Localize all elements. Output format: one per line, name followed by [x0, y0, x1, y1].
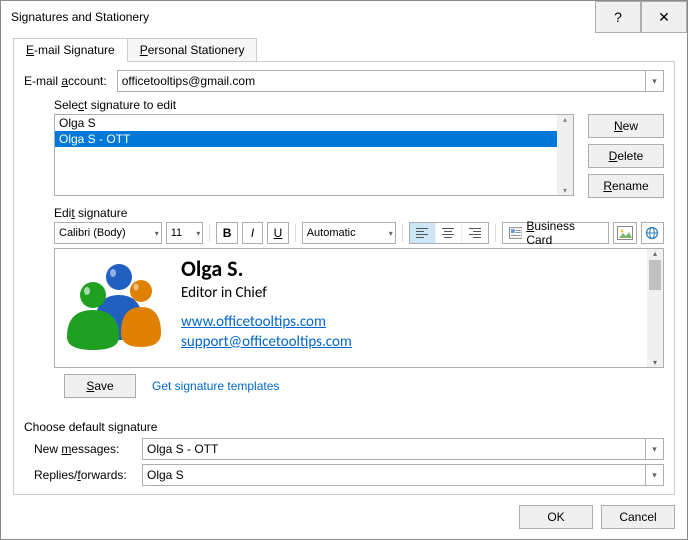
separator: [295, 224, 296, 242]
signature-email-link[interactable]: support@officetooltips.com: [181, 333, 352, 351]
email-account-value: officetooltips@gmail.com: [122, 74, 255, 88]
cancel-button[interactable]: Cancel: [601, 505, 675, 529]
signatures-dialog: Signatures and Stationery ? ✕ E-mail Sig…: [0, 0, 688, 540]
close-button[interactable]: ✕: [641, 1, 687, 33]
list-item[interactable]: Olga S: [55, 115, 573, 131]
signature-editor[interactable]: Olga S. Editor in Chief www.officetoolti…: [54, 248, 664, 368]
bold-button[interactable]: B: [216, 222, 237, 244]
separator: [495, 224, 496, 242]
content-area: E-mail Signature Personal Stationery E-m…: [1, 33, 687, 495]
get-templates-link[interactable]: Get signature templates: [152, 379, 279, 393]
select-signature-label: Select signature to edit: [54, 98, 664, 112]
chevron-down-icon: ▾: [389, 223, 393, 243]
help-button[interactable]: ?: [595, 1, 641, 33]
tab-strip: E-mail Signature Personal Stationery: [13, 38, 675, 62]
tab-personal-stationery[interactable]: Personal Stationery: [127, 38, 258, 62]
signature-content: Olga S. Editor in Chief www.officetoolti…: [55, 249, 647, 367]
rename-button[interactable]: Rename: [588, 174, 664, 198]
ok-button[interactable]: OK: [519, 505, 593, 529]
titlebar: Signatures and Stationery ? ✕: [1, 1, 687, 33]
font-select[interactable]: Calibri (Body)▾: [54, 222, 162, 244]
replies-forwards-label: Replies/forwards:: [34, 468, 142, 482]
link-icon: [644, 226, 660, 240]
default-signature-section: Choose default signature New messages: O…: [24, 420, 664, 486]
new-messages-value: Olga S - OTT: [147, 442, 218, 456]
align-right-button[interactable]: [462, 223, 488, 243]
signature-action-buttons: New Delete Rename: [588, 114, 664, 198]
dialog-footer: OK Cancel: [1, 495, 687, 539]
card-icon: [509, 227, 523, 239]
default-signature-label: Choose default signature: [24, 420, 664, 434]
signature-website-link[interactable]: www.officetooltips.com: [181, 313, 326, 331]
delete-button[interactable]: Delete: [588, 144, 664, 168]
font-color-select[interactable]: Automatic▾: [302, 222, 396, 244]
italic-button[interactable]: I: [242, 222, 263, 244]
insert-picture-button[interactable]: [613, 222, 636, 244]
replies-forwards-value: Olga S: [147, 468, 184, 482]
save-button[interactable]: Save: [64, 374, 136, 398]
email-account-row: E-mail account: officetooltips@gmail.com…: [24, 70, 664, 92]
separator: [402, 224, 403, 242]
alignment-group: [409, 222, 489, 244]
chevron-down-icon: ▾: [645, 71, 663, 91]
email-account-select[interactable]: officetooltips@gmail.com ▾: [117, 70, 664, 92]
signature-role: Editor in Chief: [181, 284, 352, 304]
signature-select-area: Olga S Olga S - OTT ▴▾ New Delete Rename: [54, 114, 664, 198]
signature-name: Olga S.: [181, 255, 352, 284]
save-row: Save Get signature templates: [54, 374, 664, 398]
new-button[interactable]: New: [588, 114, 664, 138]
underline-button[interactable]: U: [267, 222, 288, 244]
edit-signature-label: Edit signature: [54, 206, 664, 220]
align-left-button[interactable]: [410, 223, 436, 243]
window-title: Signatures and Stationery: [11, 10, 595, 24]
separator: [209, 224, 210, 242]
chevron-down-icon: ▾: [645, 439, 663, 459]
format-toolbar: Calibri (Body)▾ 11▾ B I U Automatic▾: [54, 222, 664, 244]
tab-email-signature[interactable]: E-mail Signature: [13, 38, 128, 62]
picture-icon: [617, 226, 633, 240]
email-account-label: E-mail account:: [24, 74, 107, 88]
insert-hyperlink-button[interactable]: [641, 222, 664, 244]
chevron-down-icon: ▾: [645, 465, 663, 485]
new-messages-select[interactable]: Olga S - OTT ▾: [142, 438, 664, 460]
scroll-thumb[interactable]: [649, 260, 661, 290]
align-center-button[interactable]: [436, 223, 462, 243]
chevron-down-icon: ▾: [196, 223, 200, 243]
scrollbar[interactable]: ▴ ▾: [647, 249, 663, 367]
replies-forwards-select[interactable]: Olga S ▾: [142, 464, 664, 486]
chevron-down-icon: ▾: [155, 223, 159, 243]
list-item[interactable]: Olga S - OTT: [55, 131, 573, 147]
font-size-select[interactable]: 11▾: [166, 222, 204, 244]
scrollbar[interactable]: ▴▾: [557, 115, 573, 195]
business-card-button[interactable]: Business Card: [502, 222, 609, 244]
email-signature-panel: E-mail account: officetooltips@gmail.com…: [13, 61, 675, 495]
signature-listbox[interactable]: Olga S Olga S - OTT ▴▾: [54, 114, 574, 196]
new-messages-label: New messages:: [34, 442, 142, 456]
people-icon: [63, 255, 163, 350]
signature-text: Olga S. Editor in Chief www.officetoolti…: [181, 255, 352, 352]
